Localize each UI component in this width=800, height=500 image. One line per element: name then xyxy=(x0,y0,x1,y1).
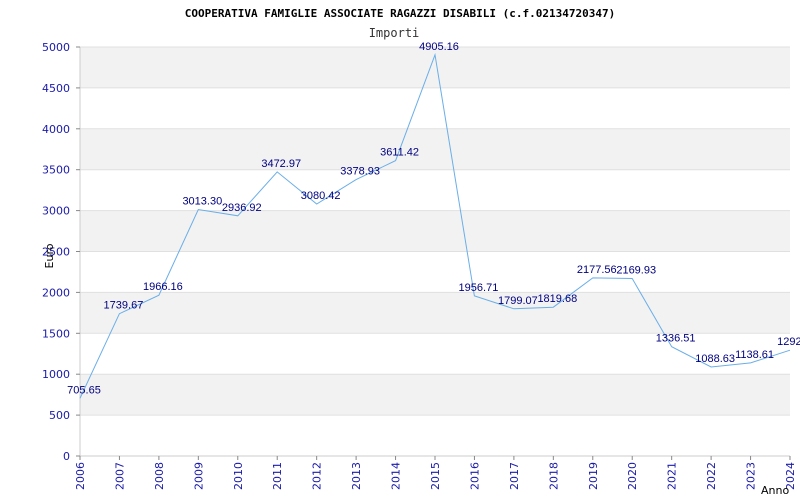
data-label: 2169.93 xyxy=(616,264,656,276)
y-tick-label: 1500 xyxy=(42,327,70,340)
y-tick-label: 500 xyxy=(49,409,70,422)
grid-band xyxy=(80,374,790,416)
x-tick-label: 2018 xyxy=(547,462,560,490)
x-tick-label: 2008 xyxy=(153,462,166,490)
data-label: 3013.30 xyxy=(182,196,222,208)
data-label: 3378.93 xyxy=(340,166,380,178)
data-label: 1819.68 xyxy=(537,293,577,305)
x-tick-label: 2011 xyxy=(271,462,284,490)
grid-band xyxy=(80,47,790,88)
x-tick-label: 2007 xyxy=(113,462,126,490)
x-tick-label: 2013 xyxy=(350,462,363,490)
data-label: 1966.16 xyxy=(143,281,183,293)
y-tick-label: 1000 xyxy=(42,368,70,381)
data-label: 4905.16 xyxy=(419,41,459,53)
chart-title: COOPERATIVA FAMIGLIE ASSOCIATE RAGAZZI D… xyxy=(185,7,615,20)
grid-band xyxy=(80,210,790,252)
x-tick-label: 2009 xyxy=(192,462,205,490)
y-tick-label: 3500 xyxy=(42,164,70,177)
y-tick-label: 3000 xyxy=(42,205,70,218)
x-tick-label: 2020 xyxy=(626,462,639,490)
grid-band xyxy=(80,292,790,334)
x-tick-label: 2017 xyxy=(508,462,521,490)
x-tick-label: 2021 xyxy=(666,462,679,490)
data-label: 2177.56 xyxy=(577,264,617,276)
data-label: 3080.42 xyxy=(301,190,341,202)
y-tick-label: 5000 xyxy=(42,41,70,54)
data-label: 1739.67 xyxy=(104,300,144,312)
x-tick-label: 2014 xyxy=(390,462,403,490)
data-label: 1138.61 xyxy=(735,349,774,361)
x-tick-label: 2023 xyxy=(745,462,758,490)
grid-bands xyxy=(80,47,790,416)
y-tick-label: 4000 xyxy=(42,123,70,136)
x-tick-label: 2022 xyxy=(705,462,718,490)
data-label: 3611.42 xyxy=(380,147,419,159)
data-label: 1956.71 xyxy=(459,282,499,294)
chart-subtitle: Importi xyxy=(369,26,420,40)
data-label: 1292.8 xyxy=(777,336,800,348)
y-tick-label: 0 xyxy=(63,450,70,463)
x-tick-label: 2019 xyxy=(587,462,600,490)
x-tick-label: 2010 xyxy=(232,462,245,490)
y-axis-label: Euro xyxy=(43,243,56,268)
y-tick-label: 2000 xyxy=(42,286,70,299)
line-chart: COOPERATIVA FAMIGLIE ASSOCIATE RAGAZZI D… xyxy=(42,7,800,497)
y-tick-label: 4500 xyxy=(42,82,70,95)
data-label: 2936.92 xyxy=(222,202,262,214)
data-label: 3472.97 xyxy=(261,158,301,170)
data-label: 705.65 xyxy=(67,384,101,396)
data-label: 1088.63 xyxy=(695,353,735,365)
x-tick-label: 2012 xyxy=(311,462,324,490)
x-tick-label: 2006 xyxy=(74,462,87,490)
x-tick-label: 2015 xyxy=(429,462,442,490)
x-tick-label: 2016 xyxy=(468,462,481,490)
data-label: 1336.51 xyxy=(656,333,696,345)
x-axis-ticks: 2006 2007 2008 2009 2010 2011 2012 2013 2014 2015… xyxy=(74,456,797,490)
data-label: 1799.07 xyxy=(498,295,538,307)
grid-band xyxy=(80,128,790,170)
x-axis-label: Anno xyxy=(761,484,789,497)
